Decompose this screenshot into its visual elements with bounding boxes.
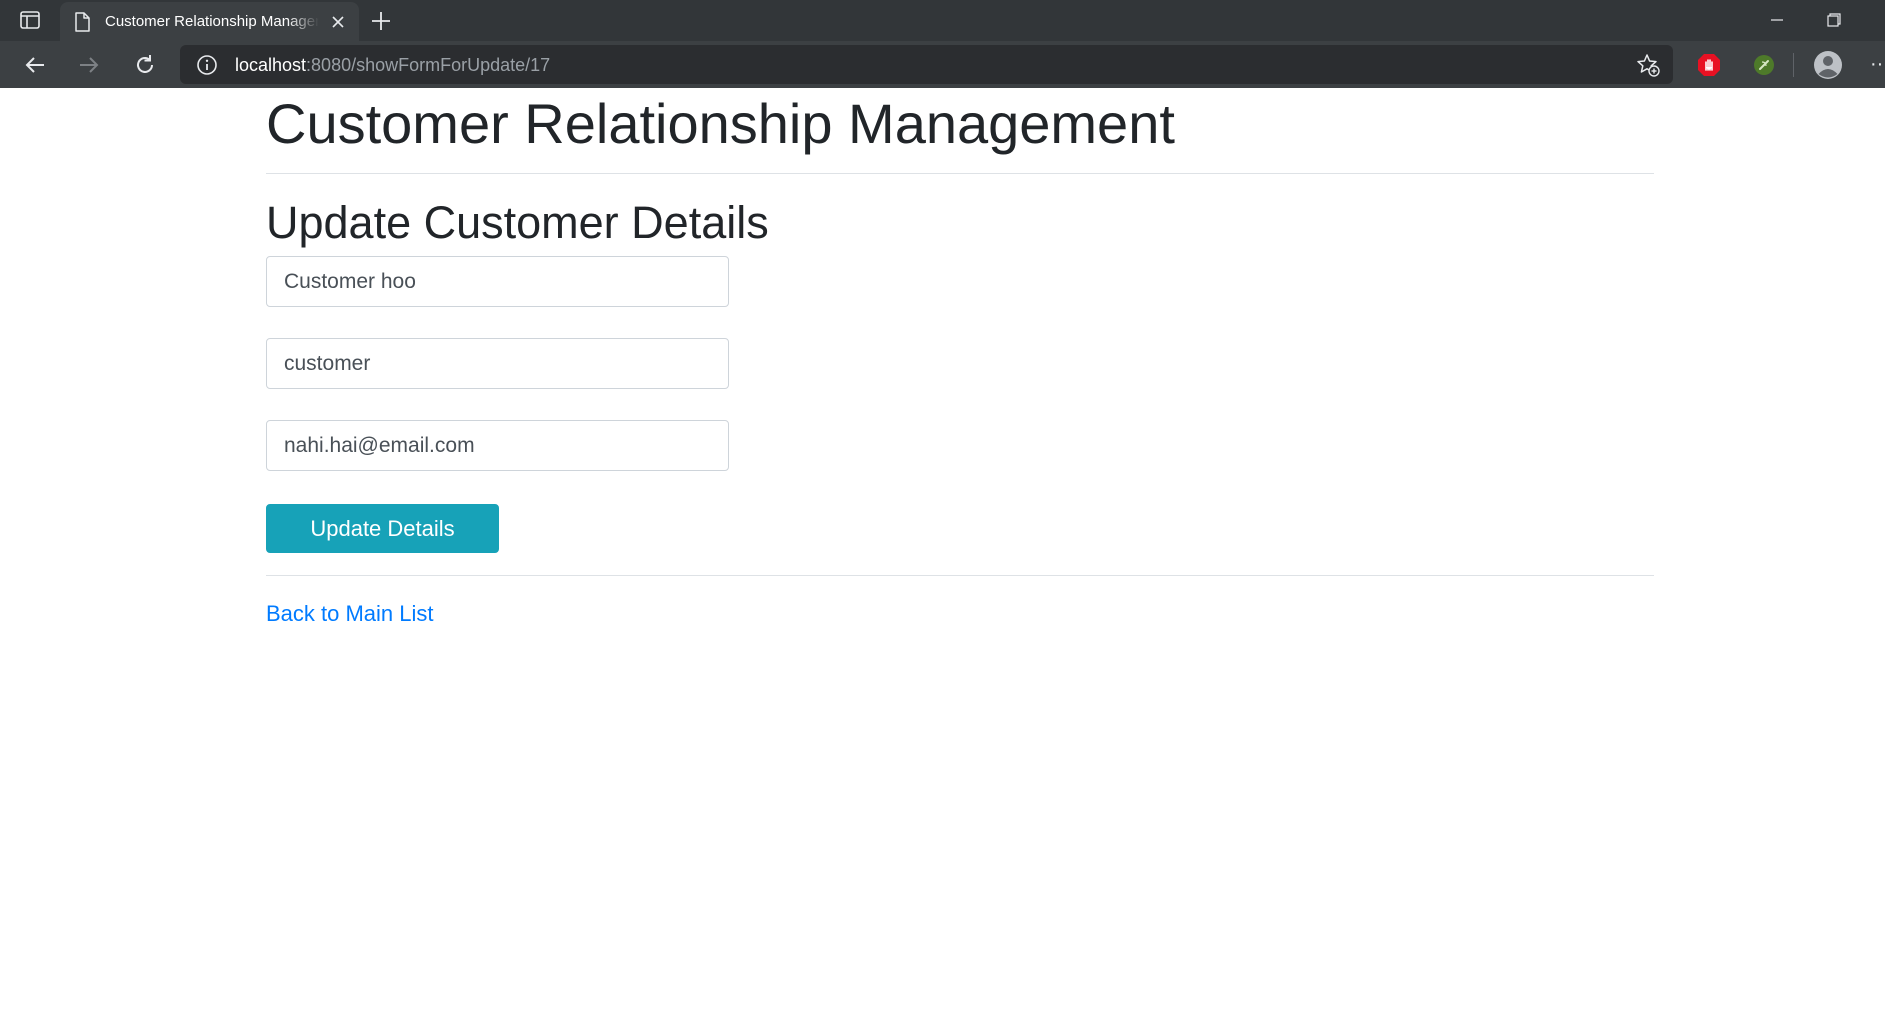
browser-tab-active[interactable]: Customer Relationship Management: [60, 2, 359, 41]
header-divider: [266, 173, 1654, 174]
app-title: Customer Relationship Management: [266, 92, 1175, 155]
url-path: :8080/showFormForUpdate/17: [306, 55, 551, 75]
update-details-button[interactable]: Update Details: [266, 504, 499, 553]
profile-avatar-icon[interactable]: [1813, 50, 1843, 80]
green-leaf-extension-icon[interactable]: [1752, 53, 1776, 77]
page-icon: [74, 12, 92, 32]
last-name-field[interactable]: [266, 338, 729, 389]
page-title: Update Customer Details: [266, 197, 769, 248]
back-arrow-icon[interactable]: [20, 50, 50, 80]
first-name-field[interactable]: [266, 256, 729, 307]
content-container: Customer Relationship Management Update …: [266, 88, 1654, 1009]
tab-actions-icon[interactable]: [12, 7, 48, 33]
new-tab-plus-icon[interactable]: [368, 8, 394, 34]
back-to-main-list-link[interactable]: Back to Main List: [266, 599, 434, 629]
restore-window-icon[interactable]: [1818, 8, 1848, 32]
red-hand-extension-icon[interactable]: [1697, 53, 1721, 77]
forward-arrow-icon[interactable]: [74, 50, 104, 80]
email-field[interactable]: [266, 420, 729, 471]
minimize-icon[interactable]: [1762, 8, 1792, 32]
browser-toolbar: localhost:8080/showFormForUpdate/17 ··: [0, 41, 1885, 88]
footer-divider: [266, 575, 1654, 576]
url-text: localhost:8080/showFormForUpdate/17: [235, 54, 550, 76]
tab-title: Customer Relationship Management: [105, 13, 319, 30]
more-dots-icon[interactable]: ···: [1870, 53, 1885, 77]
browser-tab-strip: Customer Relationship Management: [0, 0, 1885, 41]
close-icon[interactable]: [328, 12, 348, 32]
info-icon[interactable]: [196, 54, 218, 76]
toolbar-separator: [1793, 53, 1794, 77]
star-add-icon[interactable]: [1636, 53, 1660, 77]
page-content: Customer Relationship Management Update …: [0, 88, 1885, 1009]
reload-icon[interactable]: [130, 50, 160, 80]
address-bar[interactable]: localhost:8080/showFormForUpdate/17: [180, 45, 1673, 84]
url-host: localhost: [235, 55, 307, 75]
